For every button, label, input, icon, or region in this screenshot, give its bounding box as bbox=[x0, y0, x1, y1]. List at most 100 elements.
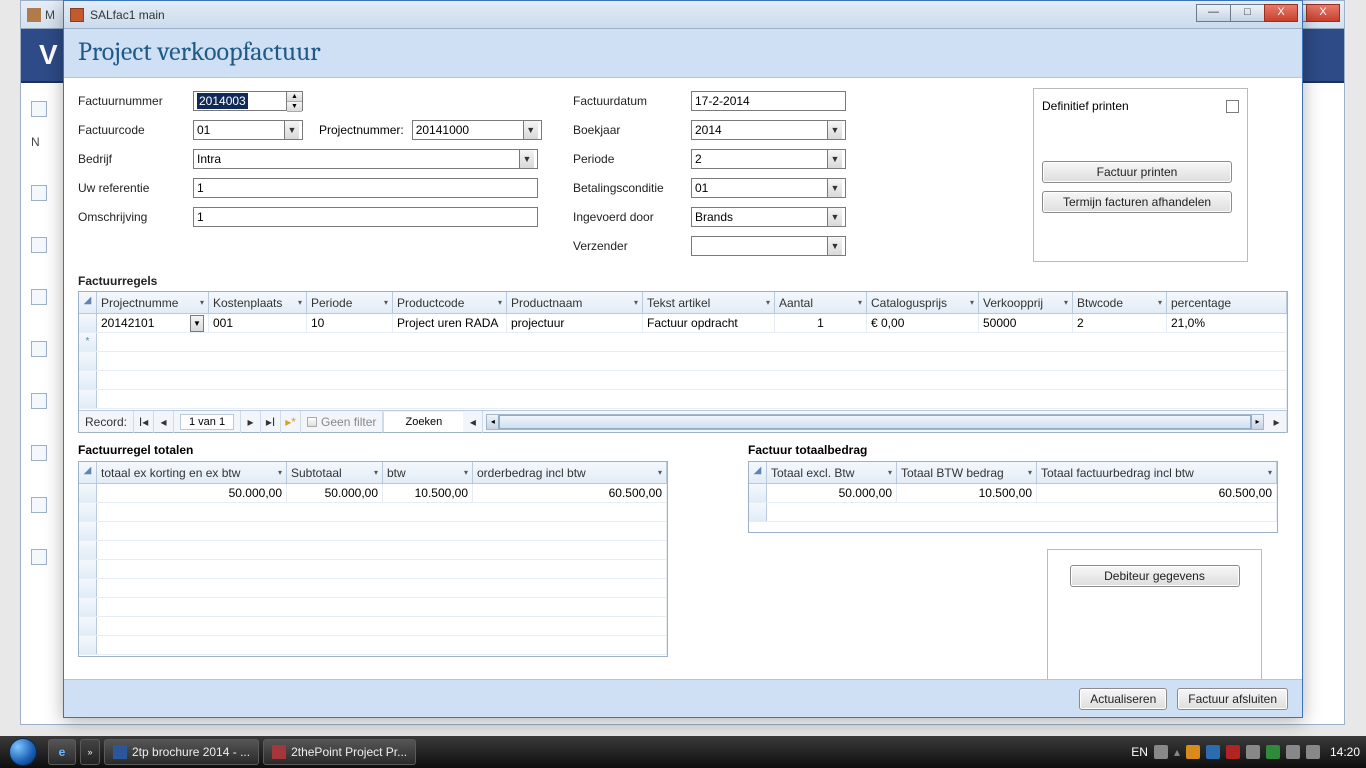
col-totaal-excl[interactable]: Totaal excl. Btw▾ bbox=[767, 462, 897, 483]
recnav-position[interactable] bbox=[180, 414, 234, 430]
taskbar-item-word[interactable]: 2tp brochure 2014 - ... bbox=[104, 739, 259, 765]
chevron-down-icon[interactable]: ▼ bbox=[190, 315, 204, 332]
projectnummer-combo[interactable]: 20141000▼ bbox=[412, 120, 542, 140]
start-button[interactable] bbox=[0, 736, 46, 768]
tray-network-icon[interactable] bbox=[1286, 745, 1300, 759]
periode-combo[interactable]: 2▼ bbox=[691, 149, 846, 169]
taskbar-ie-button[interactable]: e bbox=[48, 739, 76, 765]
col-productcode[interactable]: Productcode▾ bbox=[393, 292, 507, 313]
close-button[interactable]: X bbox=[1264, 4, 1298, 22]
label-periode: Periode bbox=[573, 152, 691, 166]
print-actions-box: Definitief printen Factuur printen Termi… bbox=[1033, 88, 1248, 262]
col-catalogusprijs[interactable]: Catalogusprijs▾ bbox=[867, 292, 979, 313]
col-productnaam[interactable]: Productnaam▾ bbox=[507, 292, 643, 313]
omschrijving-input[interactable] bbox=[193, 207, 538, 227]
verzender-combo[interactable]: ▼ bbox=[691, 236, 846, 256]
table-row[interactable]: 20142101▼ 001 10 Project uren RADA proje… bbox=[79, 314, 1287, 333]
dialog-titlebar[interactable]: SALfac1 main — □ X bbox=[64, 1, 1302, 29]
label-uwreferentie: Uw referentie bbox=[78, 181, 193, 195]
print-invoice-button[interactable]: Factuur printen bbox=[1042, 161, 1232, 183]
recnav-first-button[interactable]: I◂ bbox=[134, 411, 154, 433]
tray-flag-icon[interactable] bbox=[1246, 745, 1260, 759]
debiteur-button[interactable]: Debiteur gegevens bbox=[1070, 565, 1240, 587]
col-tekstartikel[interactable]: Tekst artikel▾ bbox=[643, 292, 775, 313]
bg-nav-item[interactable] bbox=[31, 101, 47, 117]
taskbar-chevrons[interactable]: » bbox=[80, 739, 100, 765]
afsluiten-button[interactable]: Factuur afsluiten bbox=[1177, 688, 1288, 710]
taskbar-clock[interactable]: 14:20 bbox=[1330, 745, 1360, 759]
factuurdatum-input[interactable] bbox=[691, 91, 846, 111]
label-verzender: Verzender bbox=[573, 239, 691, 253]
hscroll-left-button[interactable]: ◂ bbox=[463, 411, 483, 433]
col-periode[interactable]: Periode▾ bbox=[307, 292, 393, 313]
bedrijf-combo[interactable]: Intra▼ bbox=[193, 149, 538, 169]
col-verkoopprijs[interactable]: Verkoopprij▾ bbox=[979, 292, 1073, 313]
table-row[interactable]: 50.000,00 10.500,00 60.500,00 bbox=[749, 484, 1277, 503]
factuurcode-combo[interactable]: 01▼ bbox=[193, 120, 303, 140]
table-row[interactable]: 50.000,00 50.000,00 10.500,00 60.500,00 bbox=[79, 484, 667, 503]
tray-chevron-up-icon[interactable]: ▴ bbox=[1174, 745, 1180, 759]
record-navigator: Record: I◂ ◂ ▸ ▸I ▸* Geen filter ◂ ◂▸ ▸ bbox=[79, 410, 1287, 432]
col-totaal-btw[interactable]: Totaal BTW bedrag▾ bbox=[897, 462, 1037, 483]
bg-nav-item[interactable] bbox=[31, 341, 47, 357]
dialog-title: SALfac1 main bbox=[90, 8, 165, 22]
label-factuurcode: Factuurcode bbox=[78, 123, 193, 137]
tray-battery-icon[interactable] bbox=[1266, 745, 1280, 759]
hscroll-right-button[interactable]: ▸ bbox=[1267, 411, 1287, 433]
dialog-footer: Actualiseren Factuur afsluiten bbox=[64, 679, 1302, 717]
bg-nav-item[interactable] bbox=[31, 185, 47, 201]
bg-nav-item[interactable] bbox=[31, 549, 47, 565]
ingevoerd-combo[interactable]: Brands▼ bbox=[691, 207, 846, 227]
col-orderbedrag[interactable]: orderbedrag incl btw▾ bbox=[473, 462, 667, 483]
chevron-down-icon: ▼ bbox=[827, 121, 842, 139]
col-projectnummer[interactable]: Projectnumme▾ bbox=[97, 292, 209, 313]
select-all-cell[interactable]: ◢ bbox=[749, 462, 767, 483]
row-selector[interactable] bbox=[79, 314, 97, 332]
bg-nav-item[interactable] bbox=[31, 393, 47, 409]
col-totaal-incl[interactable]: Totaal factuurbedrag incl btw▾ bbox=[1037, 462, 1277, 483]
tray-av-icon[interactable] bbox=[1226, 745, 1240, 759]
factuurnummer-spinner[interactable]: 2014003 ▲▼ bbox=[193, 91, 303, 111]
windows-taskbar: e » 2tp brochure 2014 - ... 2thePoint Pr… bbox=[0, 736, 1366, 768]
maximize-button[interactable]: □ bbox=[1230, 4, 1264, 22]
recnav-search[interactable] bbox=[383, 412, 463, 432]
col-aantal[interactable]: Aantal▾ bbox=[775, 292, 867, 313]
lang-indicator[interactable]: EN bbox=[1131, 745, 1148, 759]
col-kostenplaats[interactable]: Kostenplaats▾ bbox=[209, 292, 307, 313]
spin-up-icon[interactable]: ▲ bbox=[287, 92, 302, 102]
spin-down-icon[interactable]: ▼ bbox=[287, 102, 302, 112]
recnav-new-button[interactable]: ▸* bbox=[281, 411, 301, 433]
definitief-checkbox[interactable] bbox=[1226, 100, 1239, 113]
form-header: Project verkoopfactuur bbox=[64, 29, 1302, 78]
uwreferentie-input[interactable] bbox=[193, 178, 538, 198]
form-icon bbox=[70, 8, 84, 22]
tray-java-icon[interactable] bbox=[1186, 745, 1200, 759]
boekjaar-combo[interactable]: 2014▼ bbox=[691, 120, 846, 140]
bg-close-button[interactable]: X bbox=[1306, 4, 1340, 22]
col-totaal-ex[interactable]: totaal ex korting en ex btw▾ bbox=[97, 462, 287, 483]
recnav-filter[interactable]: Geen filter bbox=[301, 411, 383, 433]
select-all-cell[interactable]: ◢ bbox=[79, 292, 97, 313]
bg-nav-item[interactable] bbox=[31, 237, 47, 253]
bg-nav-item[interactable] bbox=[31, 445, 47, 461]
tray-dropbox-icon[interactable] bbox=[1206, 745, 1220, 759]
horizontal-scrollbar[interactable]: ◂▸ bbox=[486, 414, 1264, 430]
bg-nav-item[interactable] bbox=[31, 289, 47, 305]
bg-nav-item[interactable] bbox=[31, 497, 47, 513]
minimize-button[interactable]: — bbox=[1196, 4, 1230, 22]
tray-volume-icon[interactable] bbox=[1306, 745, 1320, 759]
recnav-last-button[interactable]: ▸I bbox=[261, 411, 281, 433]
col-subtotaal[interactable]: Subtotaal▾ bbox=[287, 462, 383, 483]
actualiseren-button[interactable]: Actualiseren bbox=[1079, 688, 1167, 710]
recnav-next-button[interactable]: ▸ bbox=[241, 411, 261, 433]
tray-keyboard-icon[interactable] bbox=[1154, 745, 1168, 759]
recnav-prev-button[interactable]: ◂ bbox=[154, 411, 174, 433]
betalingsconditie-combo[interactable]: 01▼ bbox=[691, 178, 846, 198]
col-btw[interactable]: btw▾ bbox=[383, 462, 473, 483]
new-row[interactable]: * bbox=[79, 333, 1287, 352]
termijn-button[interactable]: Termijn facturen afhandelen bbox=[1042, 191, 1232, 213]
taskbar-item-access[interactable]: 2thePoint Project Pr... bbox=[263, 739, 416, 765]
select-all-cell[interactable]: ◢ bbox=[79, 462, 97, 483]
col-btwcode[interactable]: Btwcode▾ bbox=[1073, 292, 1167, 313]
col-percentage[interactable]: percentage bbox=[1167, 292, 1287, 313]
